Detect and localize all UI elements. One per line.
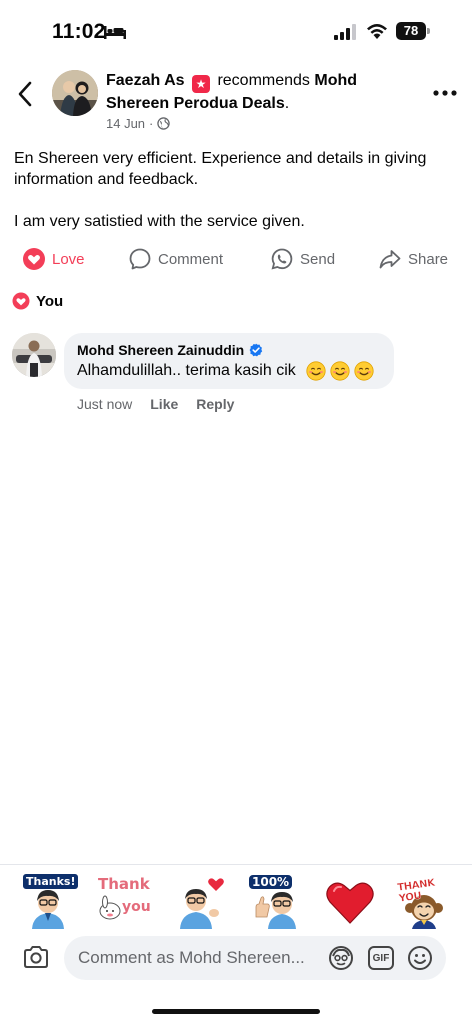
share-label: Share bbox=[408, 250, 449, 268]
gif-button[interactable]: GIF bbox=[368, 946, 394, 970]
post-paragraph: En Shereen very efficient. Experience an… bbox=[14, 150, 427, 188]
whatsapp-icon bbox=[271, 248, 293, 270]
sticker-thank-label: Thank bbox=[98, 875, 150, 893]
post-date[interactable]: 14 Jun bbox=[106, 116, 145, 131]
cellular-signal-icon bbox=[334, 24, 356, 40]
post-header: Faezah As ★ recommends Mohd Shereen Pero… bbox=[106, 70, 406, 115]
share-arrow-icon bbox=[379, 250, 401, 269]
love-button[interactable]: Love bbox=[22, 242, 85, 276]
recommendation-star-icon: ★ bbox=[192, 75, 210, 93]
sticker-heart-man[interactable] bbox=[174, 871, 230, 929]
send-label: Send bbox=[300, 250, 336, 268]
back-chevron-icon[interactable] bbox=[14, 80, 38, 108]
post-paragraph: I am very satistied with the service giv… bbox=[14, 213, 305, 230]
globe-icon bbox=[157, 117, 171, 130]
commenter-name-row: Mohd Shereen Zainuddin bbox=[77, 342, 381, 358]
battery-level: 78 bbox=[396, 22, 426, 40]
heart-character-icon bbox=[180, 878, 224, 929]
gif-label: GIF bbox=[372, 952, 390, 964]
post-body: En Shereen very efficient. Experience an… bbox=[14, 148, 454, 253]
post-meta: 14 Jun · bbox=[106, 116, 171, 131]
smiling-face-emoji-icon bbox=[306, 361, 326, 381]
sticker-thanks[interactable]: Thanks! bbox=[20, 871, 80, 929]
comment-meta: Just now Like Reply bbox=[77, 396, 234, 412]
smiling-face-emoji-icon bbox=[354, 361, 374, 381]
red-heart-icon bbox=[326, 882, 374, 924]
comment-composer[interactable]: GIF bbox=[64, 936, 446, 980]
recommends-label: recommends bbox=[217, 72, 310, 89]
sleep-focus-icon bbox=[104, 26, 126, 39]
comment-bubble-icon bbox=[129, 248, 151, 270]
love-reaction-icon bbox=[12, 292, 30, 310]
page-name-suffix: . bbox=[284, 95, 290, 112]
camera-icon[interactable] bbox=[22, 944, 50, 970]
home-indicator[interactable] bbox=[152, 1009, 320, 1014]
smiling-face-emoji-icon bbox=[330, 361, 350, 381]
author-name[interactable]: Faezah As bbox=[106, 72, 185, 89]
wifi-icon bbox=[367, 24, 387, 39]
love-reaction-icon bbox=[23, 248, 45, 270]
comment-text: Alhamdulillah.. terima kasih cik bbox=[77, 362, 296, 379]
comment-label: Comment bbox=[158, 250, 224, 268]
comment-text-row: Alhamdulillah.. terima kasih cik bbox=[77, 361, 381, 381]
comment-bubble[interactable]: Mohd Shereen Zainuddin Alhamdulillah.. t… bbox=[64, 333, 394, 389]
sticker-100-label: 100% bbox=[248, 874, 294, 890]
battery-tip bbox=[427, 28, 430, 34]
sticker-thank-you-bunny[interactable]: Thank you bbox=[94, 871, 151, 929]
sticker-thank-you-monkey[interactable]: THANK YOU bbox=[396, 871, 452, 929]
verified-badge-icon bbox=[249, 343, 263, 357]
sticker-red-heart[interactable] bbox=[322, 871, 378, 929]
status-bar: 11:02 78 bbox=[0, 0, 472, 60]
reactions-label: You bbox=[36, 292, 64, 310]
post-actions: Love Comment Send Share bbox=[0, 242, 472, 276]
comment-button[interactable]: Comment bbox=[128, 242, 223, 276]
meta-separator: · bbox=[149, 116, 154, 131]
more-options-icon[interactable] bbox=[432, 86, 458, 100]
status-time: 11:02 bbox=[52, 20, 106, 43]
love-label: Love bbox=[52, 250, 85, 268]
sticker-you-label: you bbox=[122, 899, 151, 915]
sticker-tray: Thanks! Thank you 100% THANK YOU bbox=[0, 864, 472, 930]
sticker-100-percent[interactable]: 100% bbox=[248, 871, 304, 929]
commenter-photo-icon bbox=[12, 333, 56, 377]
comment-like-button[interactable]: Like bbox=[150, 396, 178, 412]
commenter-name[interactable]: Mohd Shereen Zainuddin bbox=[77, 342, 244, 358]
author-avatar[interactable] bbox=[52, 70, 98, 116]
send-button[interactable]: Send bbox=[270, 242, 335, 276]
sticker-thanks-label: Thanks! bbox=[22, 873, 80, 890]
avatar-sticker-icon[interactable] bbox=[328, 945, 354, 971]
reactions-summary[interactable]: You bbox=[12, 292, 63, 310]
comment-input[interactable] bbox=[78, 936, 318, 980]
commenter-avatar[interactable] bbox=[12, 333, 56, 377]
share-button[interactable]: Share bbox=[378, 242, 448, 276]
comment-time: Just now bbox=[77, 396, 133, 412]
battery-indicator: 78 bbox=[396, 22, 430, 40]
author-photo-icon bbox=[52, 70, 98, 116]
emoji-picker-icon[interactable] bbox=[407, 945, 433, 971]
comment-reply-button[interactable]: Reply bbox=[196, 396, 234, 412]
